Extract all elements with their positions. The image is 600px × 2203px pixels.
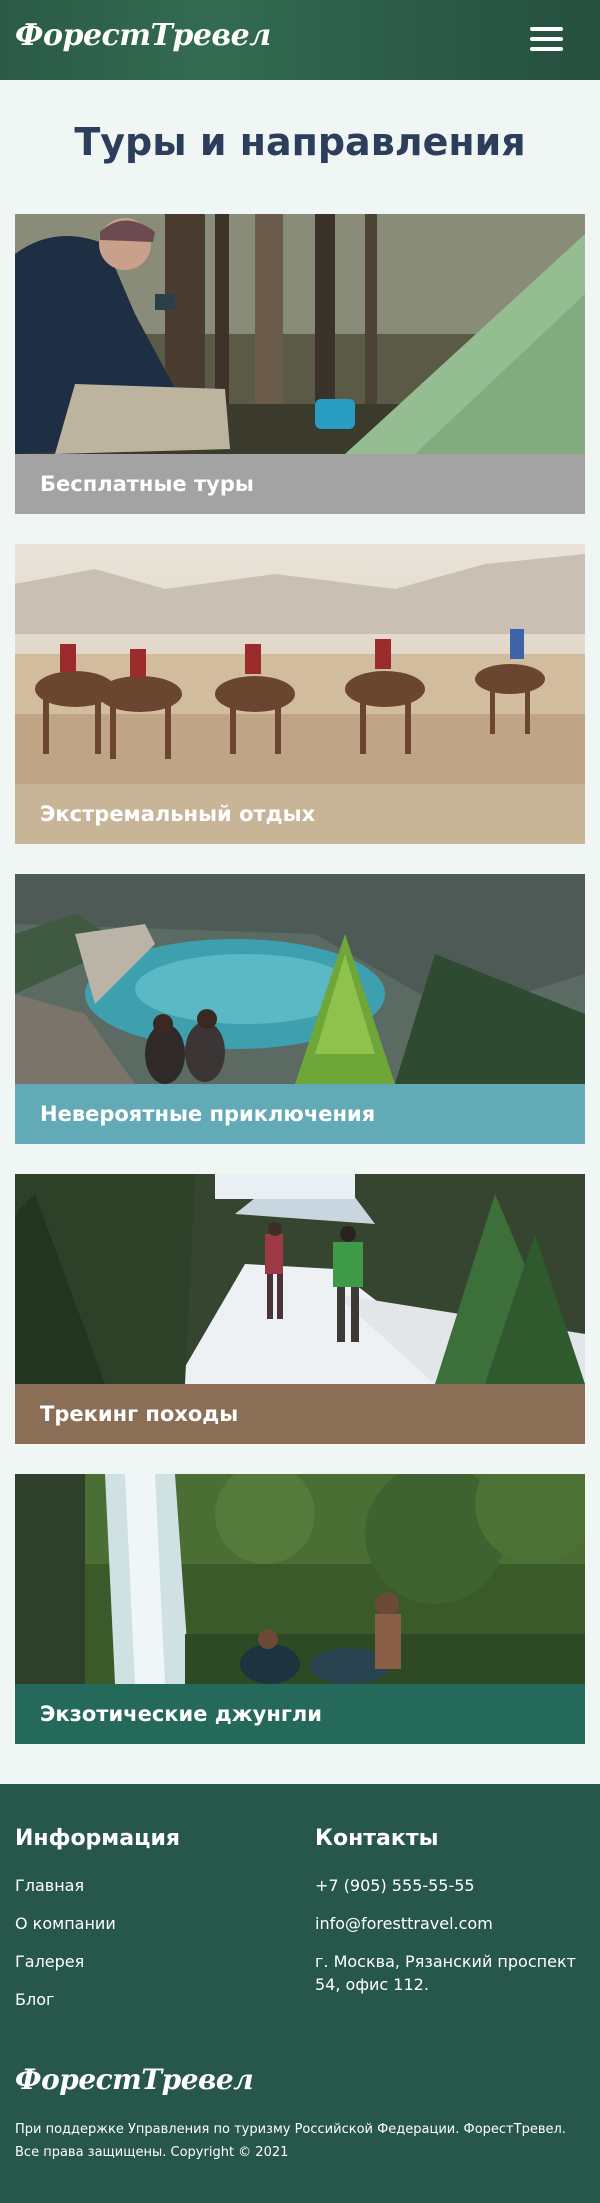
footer-copyright: При поддержке Управления по туризму Росс… xyxy=(15,2122,566,2160)
footer-logo[interactable]: ФорестТревел xyxy=(15,2063,254,2096)
site-logo[interactable]: ФорестТревел xyxy=(15,18,271,53)
camel-caravan-desert-photo xyxy=(15,544,585,784)
footer-link-about[interactable]: О компании xyxy=(15,1914,116,1933)
tour-card-jungle[interactable]: Экзотические джунгли xyxy=(15,1474,585,1744)
tour-card-label: Экзотические джунгли xyxy=(15,1684,585,1744)
tour-card-label: Невероятные приключения xyxy=(15,1084,585,1144)
hamburger-menu-icon[interactable] xyxy=(530,24,566,54)
menu-line xyxy=(530,47,563,51)
menu-line xyxy=(530,27,563,31)
page-title: Туры и направления xyxy=(74,120,526,164)
snow-trail-trekkers-photo xyxy=(15,1174,585,1384)
jungle-waterfall-photo xyxy=(15,1474,585,1684)
footer-link-gallery[interactable]: Галерея xyxy=(15,1952,84,1971)
mountain-lake-hikers-photo xyxy=(15,874,585,1084)
footer-email-link[interactable]: info@foresttravel.com xyxy=(315,1914,493,1933)
tour-card-label: Трекинг походы xyxy=(15,1384,585,1444)
footer-info-title: Информация xyxy=(15,1826,180,1851)
camping-tent-forest-photo xyxy=(15,214,585,454)
footer-phone-link[interactable]: +7 (905) 555-55-55 xyxy=(315,1876,475,1895)
tour-card-label: Экстремальный отдых xyxy=(15,784,585,844)
menu-line xyxy=(530,37,563,41)
tour-card-label: Бесплатные туры xyxy=(15,454,585,514)
footer-contacts-title: Контакты xyxy=(315,1826,439,1851)
site-header: ФорестТревел xyxy=(0,0,600,80)
tour-card-adventures[interactable]: Невероятные приключения xyxy=(15,874,585,1144)
tour-card-free[interactable]: Бесплатные туры xyxy=(15,214,585,514)
tour-card-extreme[interactable]: Экстремальный отдых xyxy=(15,544,585,844)
tour-card-trekking[interactable]: Трекинг походы xyxy=(15,1174,585,1444)
footer-address: г. Москва, Рязанский проспект 54, офис 1… xyxy=(315,1952,576,1994)
footer-link-blog[interactable]: Блог xyxy=(15,1990,54,2009)
footer-link-home[interactable]: Главная xyxy=(15,1876,84,1895)
